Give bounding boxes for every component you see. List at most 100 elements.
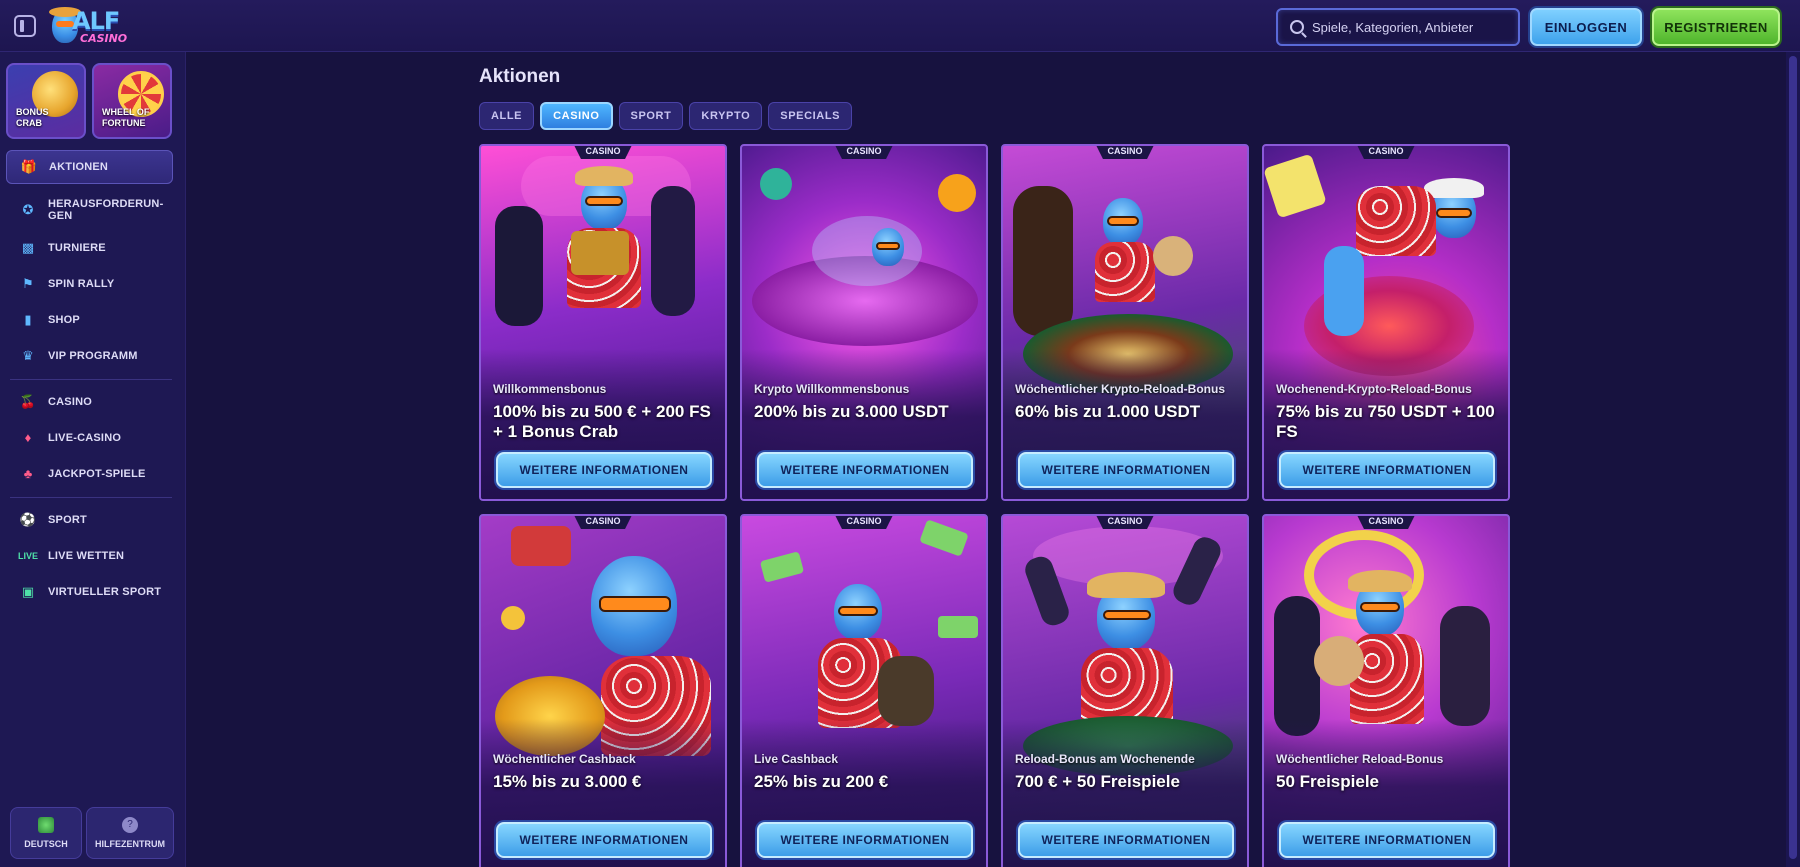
more-info-button[interactable]: WEITERE INFORMATIONEN — [1018, 822, 1234, 858]
sidebar-item-label: VIP PROGRAMM — [48, 350, 138, 362]
more-info-button[interactable]: WEITERE INFORMATIONEN — [1279, 822, 1495, 858]
card-subtitle: Krypto Willkommensbonus — [754, 382, 910, 396]
logo[interactable]: ALF CASINO — [49, 5, 128, 47]
promo-card[interactable]: CASINO Wöchentlicher Krypto-Reload-Bonus… — [1001, 144, 1249, 501]
category-badge: CASINO — [835, 516, 893, 529]
more-info-button[interactable]: WEITERE INFORMATIONEN — [496, 452, 712, 488]
card-title: 200% bis zu 3.000 USDT — [754, 402, 949, 421]
promotions-grid: CASINO Willkommensbonus 100% bis zu 500 … — [479, 144, 1510, 867]
sidebar-item-vip-programm[interactable]: ♛ VIP PROGRAMM — [6, 339, 173, 373]
help-center-button[interactable]: ? HILFEZENTRUM — [86, 807, 174, 859]
sidebar-item-turniere[interactable]: ▩ TURNIERE — [6, 231, 173, 265]
wheel-of-fortune-tile[interactable]: WHEEL OF FORTUNE — [92, 63, 172, 139]
category-badge: CASINO — [835, 146, 893, 159]
sidebar-item-label: LIVE WETTEN — [48, 550, 125, 562]
promo-card[interactable]: CASINO Wochenend-Krypto-Reload-Bonus 75%… — [1262, 144, 1510, 501]
login-button[interactable]: EINLOGGEN — [1530, 8, 1642, 46]
medal-icon: ✪ — [22, 202, 34, 217]
sidebar-item-spin-rally[interactable]: ⚑ SPIN RALLY — [6, 267, 173, 301]
sidebar-item-label: SPORT — [48, 514, 87, 526]
promo-label: BONUS CRAB — [16, 107, 49, 128]
promo-label: WHEEL OF FORTUNE — [102, 107, 150, 128]
card-subtitle: Wochenend-Krypto-Reload-Bonus — [1276, 382, 1472, 396]
live-badge-icon: LIVE — [18, 551, 39, 561]
card-subtitle: Wöchentlicher Reload-Bonus — [1276, 752, 1444, 766]
sidebar-item-live-wetten[interactable]: LIVE LIVE WETTEN — [6, 539, 173, 573]
help-center-label: HILFEZENTRUM — [95, 839, 165, 849]
sidebar-item-virtueller-sport[interactable]: ▣ VIRTUELLER SPORT — [6, 575, 173, 609]
category-badge: CASINO — [574, 146, 632, 159]
card-subtitle: Wöchentlicher Cashback — [493, 752, 636, 766]
sidebar-item-live-casino[interactable]: ♦ LIVE-CASINO — [6, 421, 173, 455]
ball-icon: ⚽ — [19, 512, 37, 527]
category-badge: CASINO — [1096, 146, 1154, 159]
card-title: 100% bis zu 500 € + 200 FS + 1 Bonus Cra… — [493, 402, 711, 441]
tab-krypto[interactable]: KRYPTO — [689, 102, 763, 130]
promo-card[interactable]: CASINO Willkommensbonus 100% bis zu 500 … — [479, 144, 727, 501]
live-cards-icon: ♦ — [24, 430, 32, 445]
more-info-button[interactable]: WEITERE INFORMATIONEN — [496, 822, 712, 858]
search-icon — [1290, 20, 1304, 34]
category-badge: CASINO — [1357, 516, 1415, 529]
more-info-button[interactable]: WEITERE INFORMATIONEN — [757, 822, 973, 858]
sidebar-toggle-icon[interactable] — [14, 15, 36, 37]
card-subtitle: Reload-Bonus am Wochenende — [1015, 752, 1195, 766]
globe-icon — [38, 817, 54, 833]
scrollbar-thumb[interactable] — [1789, 56, 1797, 859]
sidebar-item-label: LIVE-CASINO — [48, 432, 122, 444]
sidebar-item-aktionen[interactable]: 🎁 AKTIONEN — [6, 150, 173, 184]
tab-alle[interactable]: ALLE — [479, 102, 535, 130]
search-input[interactable]: Spiele, Kategorien, Anbieter — [1276, 8, 1520, 46]
tab-casino[interactable]: CASINO — [540, 102, 613, 130]
category-badge: CASINO — [1096, 516, 1154, 529]
sidebar-divider — [10, 379, 172, 380]
flag-icon: ⚑ — [22, 276, 34, 291]
question-icon: ? — [122, 817, 138, 833]
sidebar: BONUS CRAB WHEEL OF FORTUNE 🎁 AKTIONEN ✪… — [0, 52, 186, 867]
clover-icon: ♣ — [23, 466, 33, 481]
sidebar-item-casino[interactable]: 🍒 CASINO — [6, 385, 173, 419]
more-info-button[interactable]: WEITERE INFORMATIONEN — [1018, 452, 1234, 488]
card-title: 50 Freispiele — [1276, 772, 1380, 791]
sidebar-item-shop[interactable]: ▮ SHOP — [6, 303, 173, 337]
crown-icon: ♛ — [22, 348, 34, 363]
card-title: 25% bis zu 200 € — [754, 772, 889, 791]
promo-card[interactable]: CASINO Krypto Willkommensbonus 200% bis … — [740, 144, 988, 501]
top-bar: ALF CASINO Spiele, Kategorien, Anbieter … — [0, 0, 1800, 52]
tab-specials[interactable]: SPECIALS — [768, 102, 853, 130]
card-title: 15% bis zu 3.000 € — [493, 772, 642, 791]
sidebar-item-label: TURNIERE — [48, 242, 106, 254]
sidebar-item-jackpot-spiele[interactable]: ♣ JACKPOT-SPIELE — [6, 457, 173, 491]
sidebar-item-label: VIRTUELLER SPORT — [48, 586, 162, 598]
card-title: 75% bis zu 750 USDT + 100 FS — [1276, 402, 1495, 441]
logo-subtext: CASINO — [80, 32, 128, 45]
search-placeholder: Spiele, Kategorien, Anbieter — [1312, 19, 1474, 35]
sidebar-divider — [10, 497, 172, 498]
card-title: 60% bis zu 1.000 USDT — [1015, 402, 1201, 421]
language-button[interactable]: DEUTSCH — [10, 807, 82, 859]
sidebar-item-sport[interactable]: ⚽ SPORT — [6, 503, 173, 537]
sidebar-item-label: AKTIONEN — [49, 161, 109, 173]
sidebar-item-label: SPIN RALLY — [48, 278, 115, 290]
sidebar-item-herausforderungen[interactable]: ✪ HERAUSFORDERUN-GEN — [6, 190, 173, 230]
gift-icon: 🎁 — [20, 159, 38, 174]
language-label: DEUTSCH — [24, 839, 68, 849]
promo-card[interactable]: CASINO Wöchentlicher Cashback 15% bis zu… — [479, 514, 727, 867]
more-info-button[interactable]: WEITERE INFORMATIONEN — [1279, 452, 1495, 488]
promo-card[interactable]: CASINO Wöchentlicher Reload-Bonus 50 Fre… — [1262, 514, 1510, 867]
bag-icon: ▮ — [24, 312, 32, 327]
sidebar-item-label: JACKPOT-SPIELE — [48, 468, 146, 480]
promo-card[interactable]: CASINO Reload-Bonus am Wochenende 700 € … — [1001, 514, 1249, 867]
promo-card[interactable]: CASINO Live Cashback 25% bis zu 200 € WE… — [740, 514, 988, 867]
podium-icon: ▩ — [21, 240, 35, 255]
card-subtitle: Wöchentlicher Krypto-Reload-Bonus — [1015, 382, 1226, 396]
bonus-crab-tile[interactable]: BONUS CRAB — [6, 63, 86, 139]
more-info-button[interactable]: WEITERE INFORMATIONEN — [757, 452, 973, 488]
page-title: Aktionen — [479, 66, 561, 87]
tab-sport[interactable]: SPORT — [618, 102, 684, 130]
gamepad-icon: ▣ — [21, 584, 35, 599]
category-badge: CASINO — [1357, 146, 1415, 159]
cherry-icon: 🍒 — [19, 394, 37, 409]
register-button[interactable]: REGISTRIEREN — [1652, 8, 1780, 46]
category-badge: CASINO — [574, 516, 632, 529]
